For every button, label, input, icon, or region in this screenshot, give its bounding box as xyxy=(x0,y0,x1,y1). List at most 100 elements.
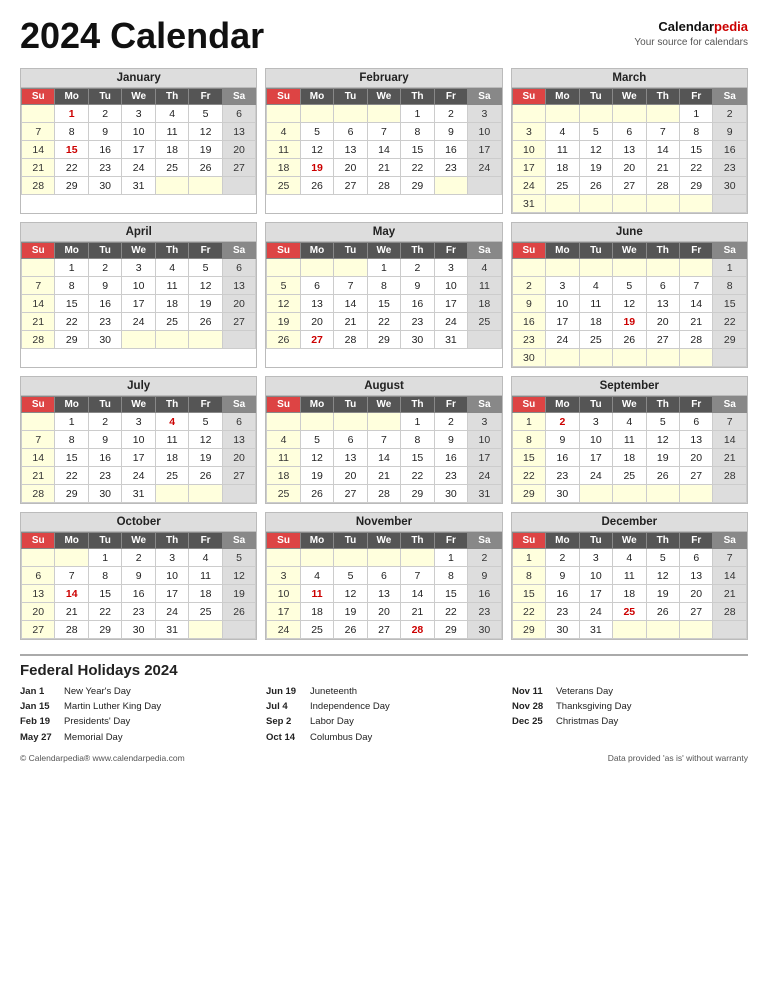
day-header-su: Su xyxy=(512,533,545,549)
cal-day: 4 xyxy=(267,123,300,141)
cal-day xyxy=(222,177,256,195)
day-header-tu: Tu xyxy=(334,89,367,105)
month-title: December xyxy=(512,513,747,532)
cal-day: 22 xyxy=(88,603,121,621)
cal-day: 20 xyxy=(680,449,713,467)
cal-day: 13 xyxy=(334,141,367,159)
cal-day: 6 xyxy=(680,413,713,431)
cal-day: 21 xyxy=(401,603,434,621)
cal-day: 20 xyxy=(646,313,679,331)
day-header-we: We xyxy=(613,89,646,105)
cal-day xyxy=(512,105,545,123)
cal-day: 2 xyxy=(88,105,121,123)
day-header-th: Th xyxy=(155,243,188,259)
holiday-row: Sep 2Labor Day xyxy=(266,714,502,729)
cal-day: 3 xyxy=(122,259,155,277)
cal-day: 23 xyxy=(122,603,155,621)
cal-day: 22 xyxy=(401,159,434,177)
holidays-grid: Jan 1New Year's DayJan 15Martin Luther K… xyxy=(20,684,748,745)
cal-day: 15 xyxy=(88,585,121,603)
cal-day: 9 xyxy=(468,567,502,585)
month-table: SuMoTuWeThFrSa12345678910111213141516171… xyxy=(21,242,256,349)
cal-day: 8 xyxy=(55,277,88,295)
cal-day: 25 xyxy=(189,603,222,621)
cal-day: 28 xyxy=(22,485,55,503)
cal-day: 11 xyxy=(546,141,579,159)
cal-day: 10 xyxy=(546,295,579,313)
cal-day: 10 xyxy=(122,431,155,449)
day-header-fr: Fr xyxy=(189,397,222,413)
cal-day xyxy=(189,485,222,503)
holiday-date: Feb 19 xyxy=(20,714,58,729)
holiday-date: Jan 1 xyxy=(20,684,58,699)
cal-day: 23 xyxy=(468,603,502,621)
cal-day: 30 xyxy=(88,485,121,503)
cal-day: 20 xyxy=(680,585,713,603)
day-header-we: We xyxy=(122,243,155,259)
footer-copyright: © Calendarpedia® www.calendarpedia.com xyxy=(20,753,185,763)
cal-day: 28 xyxy=(713,603,747,621)
cal-day: 13 xyxy=(367,585,400,603)
cal-day: 26 xyxy=(189,159,222,177)
cal-day xyxy=(189,331,222,349)
day-header-sa: Sa xyxy=(222,89,256,105)
holiday-date: Nov 28 xyxy=(512,699,550,714)
holiday-row: Nov 11Veterans Day xyxy=(512,684,748,699)
holiday-name: Columbus Day xyxy=(310,730,372,745)
cal-day xyxy=(267,413,300,431)
cal-day: 14 xyxy=(713,431,747,449)
day-header-th: Th xyxy=(646,533,679,549)
cal-day: 18 xyxy=(155,295,188,313)
day-header-sa: Sa xyxy=(713,533,747,549)
cal-day: 21 xyxy=(22,313,55,331)
cal-day: 2 xyxy=(546,413,579,431)
cal-day: 25 xyxy=(267,177,300,195)
cal-day: 4 xyxy=(155,259,188,277)
cal-day: 14 xyxy=(401,585,434,603)
cal-day: 1 xyxy=(680,105,713,123)
cal-day: 13 xyxy=(680,431,713,449)
cal-day: 26 xyxy=(189,467,222,485)
cal-day: 14 xyxy=(713,567,747,585)
cal-day xyxy=(713,485,747,503)
cal-day: 29 xyxy=(55,177,88,195)
cal-day: 21 xyxy=(22,159,55,177)
day-header-tu: Tu xyxy=(334,533,367,549)
cal-day: 7 xyxy=(680,277,713,295)
day-header-su: Su xyxy=(267,89,300,105)
cal-day: 28 xyxy=(22,331,55,349)
holiday-date: Dec 25 xyxy=(512,714,550,729)
cal-day: 4 xyxy=(155,413,188,431)
cal-day: 24 xyxy=(155,603,188,621)
cal-day: 30 xyxy=(88,177,121,195)
cal-day xyxy=(579,485,612,503)
day-header-mo: Mo xyxy=(300,243,333,259)
brand-tagline: Your source for calendars xyxy=(634,36,748,50)
day-header-tu: Tu xyxy=(579,533,612,549)
cal-day: 15 xyxy=(55,295,88,313)
cal-day: 28 xyxy=(22,177,55,195)
cal-day: 9 xyxy=(434,431,467,449)
cal-day: 24 xyxy=(122,313,155,331)
cal-day xyxy=(579,195,612,213)
cal-day: 25 xyxy=(579,331,612,349)
cal-day xyxy=(367,105,400,123)
day-header-fr: Fr xyxy=(680,89,713,105)
day-header-sa: Sa xyxy=(468,397,502,413)
cal-day: 1 xyxy=(55,413,88,431)
cal-day: 2 xyxy=(401,259,434,277)
cal-day: 22 xyxy=(680,159,713,177)
cal-day: 16 xyxy=(512,313,545,331)
day-header-fr: Fr xyxy=(189,533,222,549)
cal-day: 23 xyxy=(88,467,121,485)
cal-day: 21 xyxy=(646,159,679,177)
cal-day: 8 xyxy=(434,567,467,585)
cal-day: 15 xyxy=(713,295,747,313)
cal-day: 7 xyxy=(713,413,747,431)
month-table: SuMoTuWeThFrSa12345678910111213141516171… xyxy=(21,396,256,503)
day-header-sa: Sa xyxy=(222,243,256,259)
day-header-tu: Tu xyxy=(579,243,612,259)
cal-day: 11 xyxy=(300,585,333,603)
cal-day: 29 xyxy=(401,485,434,503)
day-header-su: Su xyxy=(267,243,300,259)
